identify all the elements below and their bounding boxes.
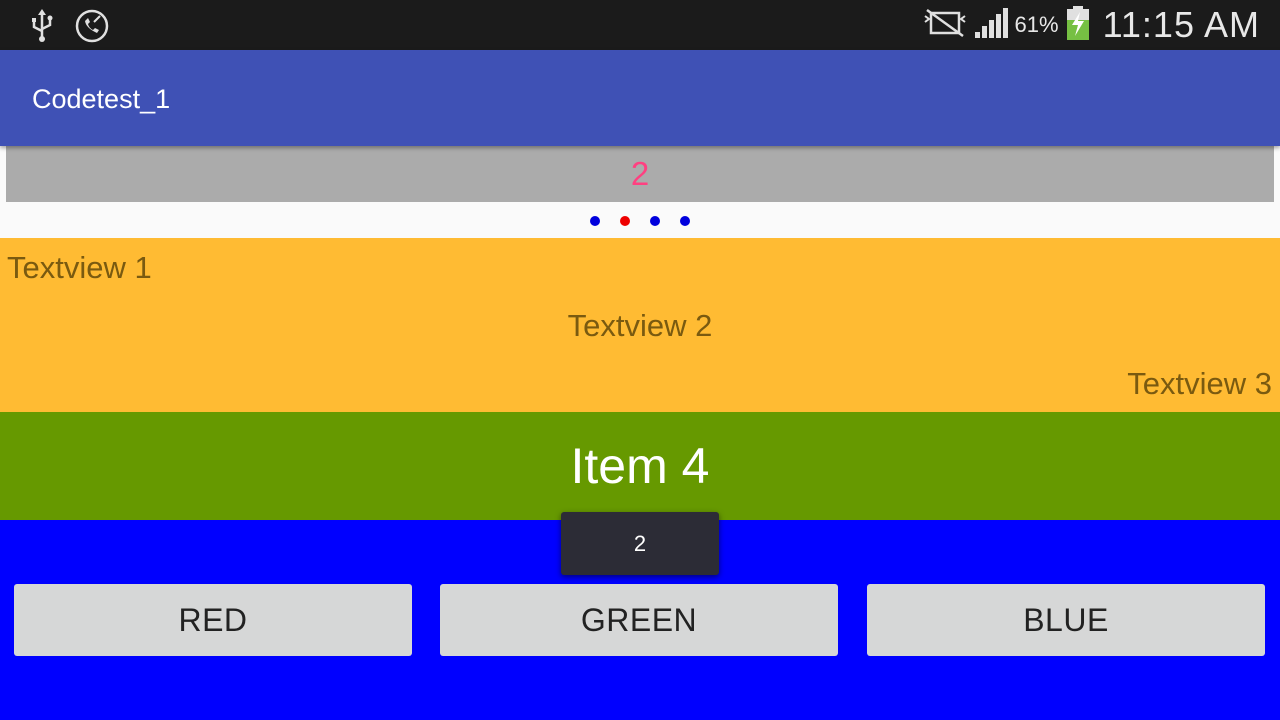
toast-text: 2 [633,530,647,556]
pager-page-number: 2 [630,155,650,192]
green-button[interactable]: GREEN [440,584,838,656]
action-bar: Codetest_1 [0,50,1280,146]
page-indicator [0,216,1280,226]
page-indicator-dot-active[interactable] [620,216,630,226]
item-panel: Item 4 [0,412,1280,520]
app-title: Codetest_1 [32,84,171,114]
blue-button[interactable]: BLUE [867,584,1265,656]
status-right-icons: 61% 11:15 AM [923,0,1260,50]
signal-icon [973,6,1009,45]
battery-charging-icon [1065,5,1091,45]
no-sim-icon [923,8,967,43]
textview-panel: Textview 1 Textview 2 Textview 3 [0,238,1280,412]
item-label: Item 4 [570,438,710,494]
textview-2: Textview 2 [567,308,713,343]
page-indicator-dot[interactable] [590,216,600,226]
toast-message: 2 [561,512,719,575]
call-icon [74,8,110,49]
textview-3: Textview 3 [1127,366,1272,401]
clock: 11:15 AM [1102,4,1260,45]
red-button[interactable]: RED [14,584,412,656]
battery-percent: 61% [1014,12,1059,37]
view-pager[interactable]: 2 [6,146,1274,202]
textview-1: Textview 1 [7,250,152,285]
pager-container: 2 [0,146,1280,238]
usb-icon [28,9,56,48]
status-left-icons [28,8,110,49]
status-bar: 61% 11:15 AM [0,0,1280,50]
page-indicator-dot[interactable] [680,216,690,226]
page-indicator-dot[interactable] [650,216,660,226]
